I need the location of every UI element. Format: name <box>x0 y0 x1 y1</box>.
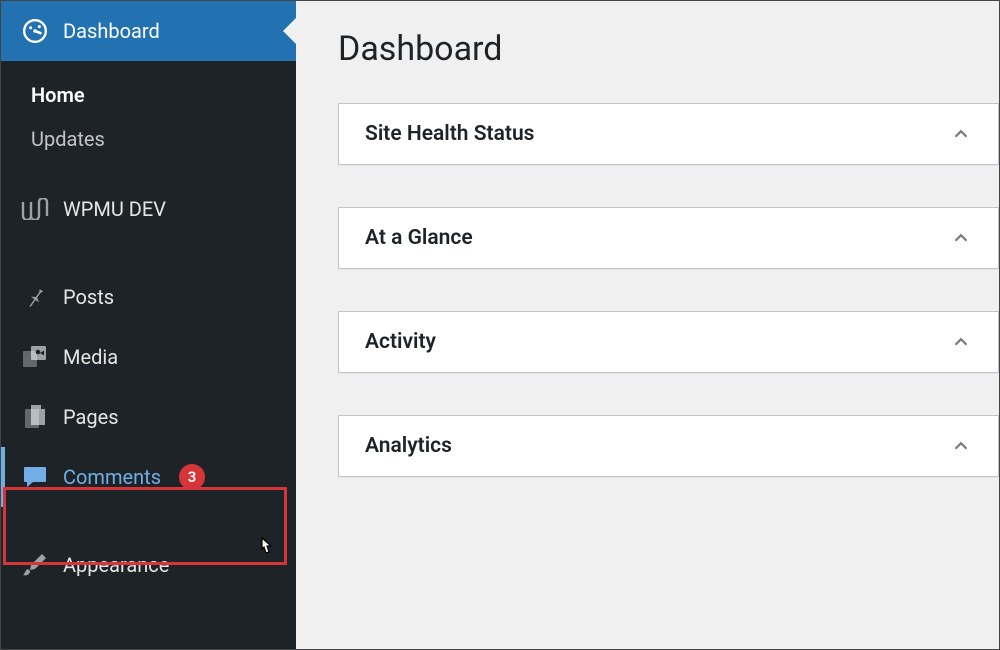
sidebar-item-posts[interactable]: Posts <box>1 267 296 327</box>
admin-sidebar: Dashboard Home Updates WPMU DEV Posts Me… <box>1 1 296 649</box>
panel-analytics[interactable]: Analytics <box>338 415 999 477</box>
panel-site-health[interactable]: Site Health Status <box>338 103 999 165</box>
submenu-item-home[interactable]: Home <box>1 73 296 117</box>
sidebar-item-media[interactable]: Media <box>1 327 296 387</box>
sidebar-item-label: Appearance <box>63 553 169 577</box>
wpmu-icon <box>21 195 49 223</box>
chevron-up-icon[interactable] <box>950 435 972 457</box>
sidebar-item-pages[interactable]: Pages <box>1 387 296 447</box>
sidebar-item-wpmu-dev[interactable]: WPMU DEV <box>1 179 296 239</box>
panel-title: Analytics <box>365 434 452 458</box>
pin-icon <box>21 283 49 311</box>
pages-icon <box>21 403 49 431</box>
sidebar-item-label: Dashboard <box>63 19 160 43</box>
sidebar-item-label: Comments <box>63 465 161 489</box>
chevron-up-icon[interactable] <box>950 331 972 353</box>
chevron-up-icon[interactable] <box>950 227 972 249</box>
sidebar-item-label: Posts <box>63 285 114 309</box>
comments-count-badge: 3 <box>179 464 205 490</box>
panel-title: Site Health Status <box>365 122 534 146</box>
panel-title: Activity <box>365 330 436 354</box>
brush-icon <box>21 551 49 579</box>
dashboard-icon <box>21 17 49 45</box>
main-content: Dashboard Site Health Status At a Glance… <box>296 1 999 649</box>
sidebar-item-label: Media <box>63 345 118 369</box>
page-title: Dashboard <box>338 29 999 69</box>
panel-activity[interactable]: Activity <box>338 311 999 373</box>
dashboard-submenu: Home Updates <box>1 61 296 179</box>
panel-at-a-glance[interactable]: At a Glance <box>338 207 999 269</box>
comment-icon <box>21 463 49 491</box>
sidebar-item-dashboard[interactable]: Dashboard <box>1 1 296 61</box>
panel-title: At a Glance <box>365 226 473 250</box>
sidebar-item-label: WPMU DEV <box>63 197 166 221</box>
chevron-up-icon[interactable] <box>950 123 972 145</box>
sidebar-item-appearance[interactable]: Appearance <box>1 535 296 595</box>
sidebar-item-label: Pages <box>63 405 119 429</box>
submenu-item-updates[interactable]: Updates <box>1 117 296 161</box>
media-icon <box>21 343 49 371</box>
sidebar-item-comments[interactable]: Comments 3 <box>1 447 296 507</box>
